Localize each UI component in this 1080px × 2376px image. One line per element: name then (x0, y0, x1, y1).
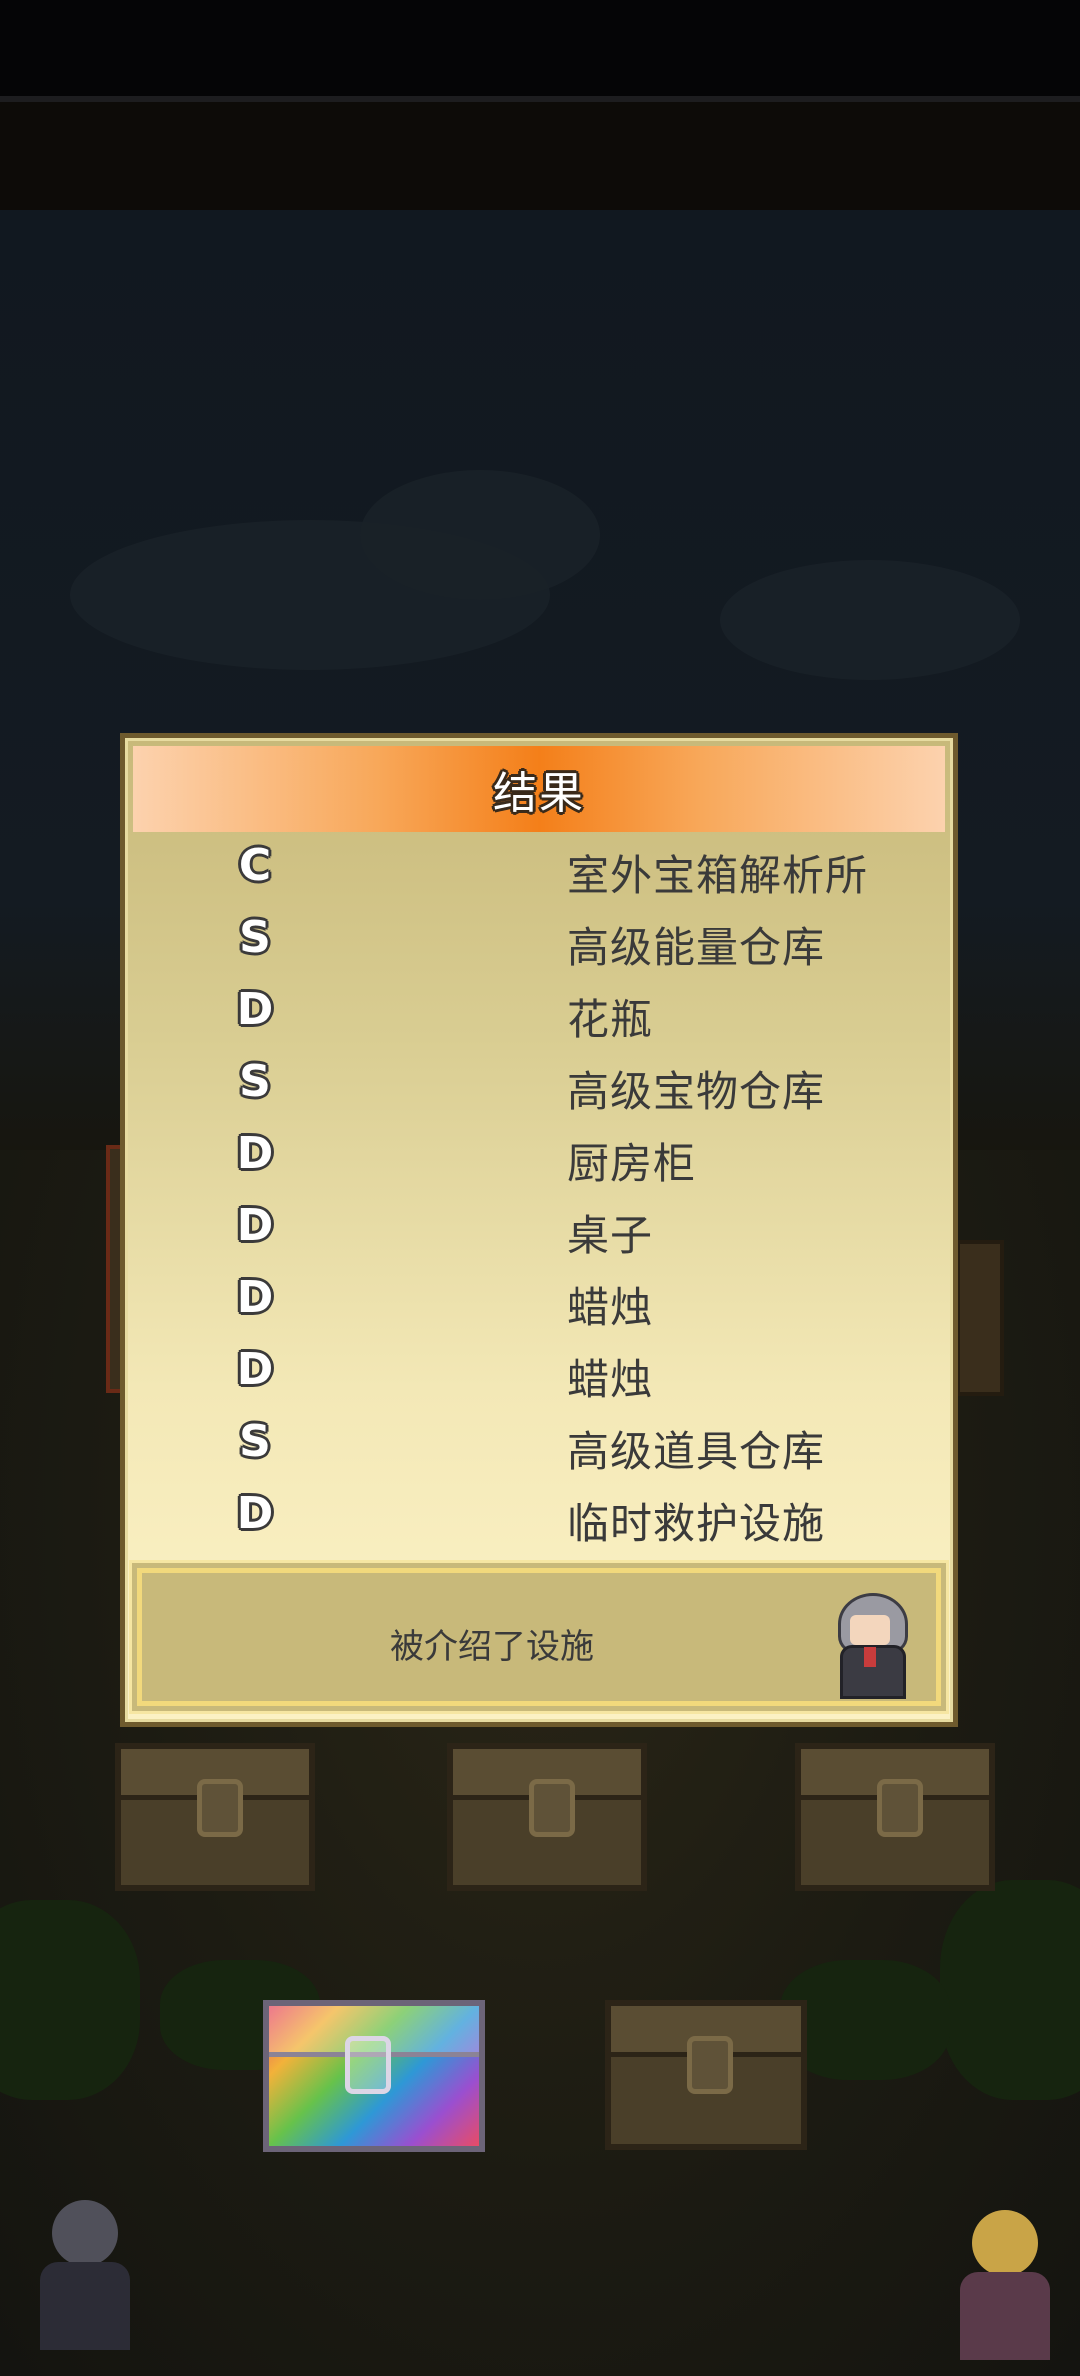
grade-label: D (236, 984, 274, 1035)
facility-name: 花瓶 (567, 995, 654, 1044)
result-row: D 蜡烛 (125, 1264, 953, 1336)
lock-icon (529, 1779, 575, 1837)
cloud-decoration (360, 470, 600, 600)
treasure-chest[interactable] (447, 1743, 647, 1891)
result-row: D 厨房柜 (125, 1120, 953, 1192)
advisor-portrait-icon (832, 1593, 908, 1699)
message-text: 被介绍了设施 (390, 1627, 594, 1667)
status-bar (0, 0, 1080, 102)
header-band (0, 102, 1080, 210)
facility-name: 蜡烛 (567, 1283, 654, 1332)
character-right (950, 2210, 1060, 2360)
cloud-decoration (720, 560, 1020, 680)
result-row: D 桌子 (125, 1192, 953, 1264)
dialog-title: 结果 (493, 768, 585, 819)
lock-icon (345, 2036, 391, 2094)
grade-label: D (236, 1272, 274, 1323)
treasure-chest[interactable] (795, 1743, 995, 1891)
facility-name: 高级宝物仓库 (567, 1067, 826, 1116)
grade-label: S (239, 1416, 271, 1467)
grade-label: D (236, 1344, 274, 1395)
facility-name: 厨房柜 (567, 1139, 697, 1188)
result-row: C 室外宝箱解析所 (125, 832, 953, 904)
treasure-chest[interactable] (605, 2000, 807, 2150)
lock-icon (877, 1779, 923, 1837)
results-dialog: 结果 C 室外宝箱解析所 S 高级能量仓库 D 花瓶 S 高级宝物仓库 D 厨房… (120, 733, 958, 1727)
facility-name: 高级道具仓库 (567, 1427, 826, 1476)
grade-label: C (238, 840, 272, 891)
treasure-chest[interactable] (115, 1743, 315, 1891)
grade-label: D (236, 1200, 274, 1251)
result-row: S 高级能量仓库 (125, 904, 953, 976)
result-row: D 临时救护设施 (125, 1480, 953, 1552)
message-box[interactable]: 被介绍了设施 (137, 1568, 941, 1706)
result-row: S 高级道具仓库 (125, 1408, 953, 1480)
bush-decoration (0, 1900, 140, 2100)
bush-decoration (940, 1880, 1080, 2100)
result-row: S 高级宝物仓库 (125, 1048, 953, 1120)
character-left (30, 2200, 140, 2350)
grade-label: D (236, 1488, 274, 1539)
facility-name: 桌子 (567, 1211, 654, 1260)
grade-label: S (239, 1056, 271, 1107)
grade-label: S (239, 912, 271, 963)
lock-icon (687, 2036, 733, 2094)
facility-name: 室外宝箱解析所 (567, 851, 869, 900)
grade-label: D (236, 1128, 274, 1179)
result-row: D 花瓶 (125, 976, 953, 1048)
dialog-header: 结果 (133, 746, 945, 832)
side-building (956, 1240, 1004, 1396)
game-screen: 结果 C 室外宝箱解析所 S 高级能量仓库 D 花瓶 S 高级宝物仓库 D 厨房… (0, 0, 1080, 2376)
rainbow-treasure-chest[interactable] (263, 2000, 485, 2152)
result-row: D 蜡烛 (125, 1336, 953, 1408)
lock-icon (197, 1779, 243, 1837)
results-list: C 室外宝箱解析所 S 高级能量仓库 D 花瓶 S 高级宝物仓库 D 厨房柜 D… (125, 832, 953, 1552)
facility-name: 蜡烛 (567, 1355, 654, 1404)
facility-name: 临时救护设施 (567, 1499, 826, 1548)
facility-name: 高级能量仓库 (567, 923, 826, 972)
